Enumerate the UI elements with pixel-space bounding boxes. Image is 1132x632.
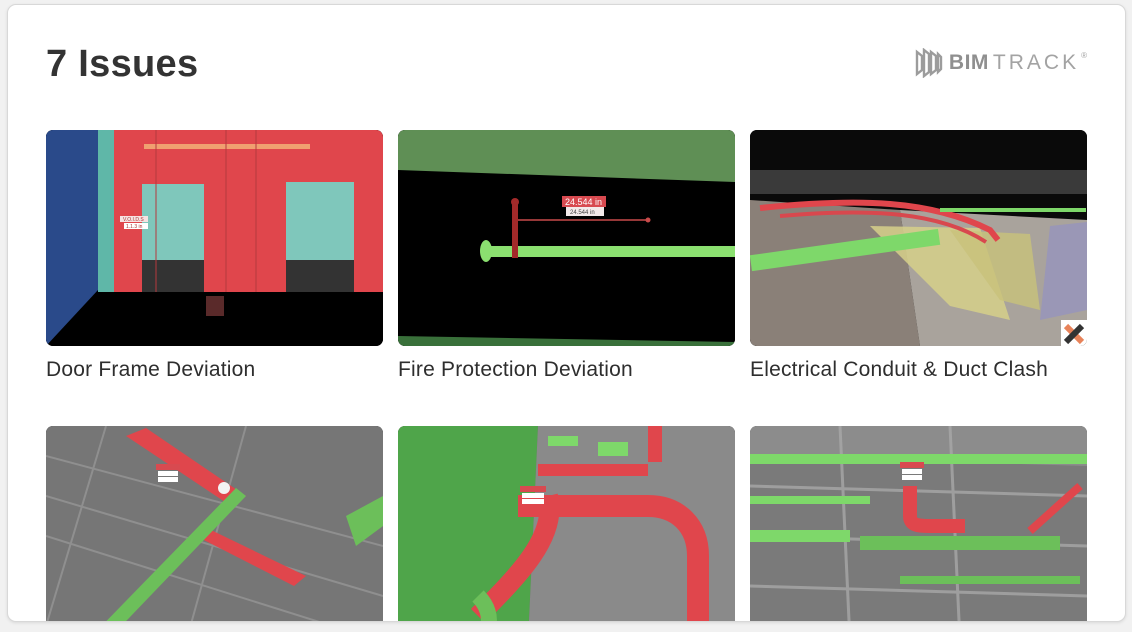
mep-scan-icon xyxy=(750,426,1087,621)
issue-tile-2[interactable]: 24.544 in 24.544 in Fire Protection Devi… xyxy=(398,130,735,382)
fire-pipe-scan-icon: 24.544 in 24.544 in xyxy=(398,130,735,346)
issue-thumbnail-5[interactable] xyxy=(398,426,735,621)
issue-title-1[interactable]: Door Frame Deviation xyxy=(46,358,383,382)
issue-tile-6[interactable] xyxy=(750,426,1087,621)
issue-thumbnail-6[interactable] xyxy=(750,426,1087,621)
issue-tile-5[interactable] xyxy=(398,426,735,621)
duct-scan-icon xyxy=(398,426,735,621)
issue-thumbnail-2[interactable]: 24.544 in 24.544 in xyxy=(398,130,735,346)
badge-b: 24.544 in xyxy=(570,210,595,216)
issue-tile-4[interactable] xyxy=(46,426,383,621)
badge-b: 1.1.3 in xyxy=(126,224,143,230)
door-frame-scan-icon: V.O.I.D.S 1.1.3 in xyxy=(46,130,383,346)
bimtrack-logo: BIM TRACK ® xyxy=(915,47,1087,79)
bimtrack-logo-icon xyxy=(915,48,943,78)
ceiling-scan-icon xyxy=(46,426,383,621)
issue-thumbnail-4[interactable] xyxy=(46,426,383,621)
issue-tile-3[interactable]: Electrical Conduit & Duct Clash xyxy=(750,130,1087,382)
badge-a: 24.544 in xyxy=(565,197,602,207)
badge-a: V.O.I.D.S xyxy=(123,217,144,223)
issue-title-3[interactable]: Electrical Conduit & Duct Clash xyxy=(750,358,1087,382)
issue-thumbnail-3[interactable] xyxy=(750,130,1087,346)
issue-thumbnail-1[interactable]: V.O.I.D.S 1.1.3 in xyxy=(46,130,383,346)
conduit-duct-scan-icon xyxy=(750,130,1087,346)
issues-card: 7 Issues BIM TRACK ® V.O.I.D.S 1.1.3 in … xyxy=(7,4,1126,622)
issue-title-2[interactable]: Fire Protection Deviation xyxy=(398,358,735,382)
logo-track-text: TRACK xyxy=(992,51,1080,74)
issue-tile-1[interactable]: V.O.I.D.S 1.1.3 in Door Frame Deviation xyxy=(46,130,383,382)
page-title: 7 Issues xyxy=(46,43,199,85)
logo-registered-mark: ® xyxy=(1081,50,1087,60)
logo-bim-text: BIM xyxy=(948,51,989,74)
